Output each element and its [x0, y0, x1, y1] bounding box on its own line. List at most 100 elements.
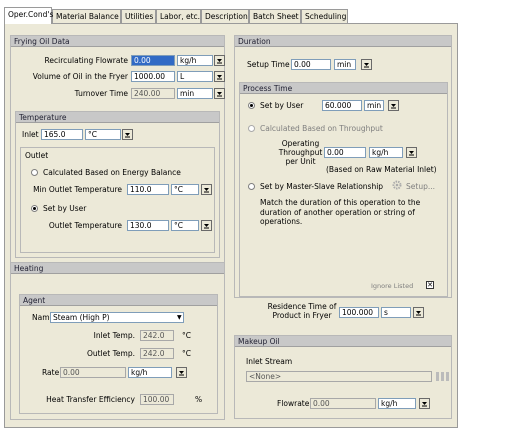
- process-time-group: Process Time Set by User 60.000 min Calc…: [239, 82, 448, 297]
- chevron-down-icon: [391, 104, 396, 109]
- outlet-temp-input[interactable]: 130.0: [127, 220, 169, 231]
- temperature-header: Temperature: [16, 112, 219, 123]
- master-slave-radio[interactable]: [248, 183, 255, 190]
- residence-time-input[interactable]: 100.000: [339, 307, 379, 318]
- turnover-label: Turnover Time: [74, 89, 128, 98]
- process-set-user-label: Set by User: [260, 101, 304, 110]
- agent-dropdown-arrow[interactable]: ▼: [177, 314, 182, 321]
- tab-batch-sheet[interactable]: Batch Sheet: [249, 9, 301, 23]
- residence-time-dropdown[interactable]: [413, 307, 424, 318]
- agent-rate-input: 0.00: [60, 367, 126, 378]
- recirc-unit[interactable]: kg/h: [177, 55, 213, 66]
- makeup-flowrate-dropdown[interactable]: [419, 398, 430, 409]
- makeup-flowrate-input: 0.00: [310, 398, 376, 409]
- outlet-title: Outlet: [25, 151, 49, 160]
- inlet-temp-input[interactable]: 165.0: [41, 129, 83, 140]
- oper-conds-panel: Frying Oil Data Recirculating Flowrate 0…: [4, 23, 458, 428]
- op-throughput-label: Operating Throughput per Unit: [278, 139, 323, 166]
- chevron-down-icon: [217, 92, 222, 97]
- tab-oper-conds[interactable]: Oper.Cond's: [4, 7, 53, 24]
- ignore-listed-label: Ignore Listed: [371, 282, 414, 290]
- agent-header: Agent: [20, 295, 217, 306]
- min-outlet-unit[interactable]: °C: [171, 184, 199, 195]
- calc-throughput-label: Calculated Based on Throughput: [260, 124, 383, 133]
- min-outlet-input[interactable]: 110.0: [127, 184, 169, 195]
- tab-description[interactable]: Description: [201, 9, 249, 23]
- frying-oil-header: Frying Oil Data: [11, 36, 224, 47]
- chevron-down-icon: [217, 59, 222, 64]
- chevron-down-icon: [422, 402, 427, 407]
- op-throughput-input[interactable]: 0.00: [324, 147, 366, 158]
- tab-labor[interactable]: Labor, etc.: [156, 9, 201, 23]
- inlet-stream-label: Inlet Stream: [246, 357, 293, 366]
- makeup-flowrate-label: Flowrate: [277, 399, 310, 408]
- min-outlet-dropdown[interactable]: [201, 184, 212, 195]
- chevron-down-icon: [204, 188, 209, 193]
- agent-outlet-temp-unit: °C: [182, 349, 191, 358]
- agent-rate-label: Rate: [42, 368, 60, 377]
- setup-time-input[interactable]: 0.00: [291, 59, 331, 70]
- outlet-temp-dropdown[interactable]: [201, 220, 212, 231]
- set-by-user-label: Set by User: [43, 204, 87, 213]
- inlet-temp-unit[interactable]: °C: [85, 129, 121, 140]
- op-throughput-unit[interactable]: kg/h: [369, 147, 403, 158]
- turnover-input: 240.00: [131, 88, 175, 99]
- inlet-temp-dropdown[interactable]: [122, 129, 133, 140]
- outlet-temp-label: Outlet Temperature: [48, 221, 122, 230]
- calc-energy-radio[interactable]: [31, 169, 38, 176]
- setup-time-dropdown[interactable]: [361, 59, 372, 70]
- ignore-listed-checkbox[interactable]: ✕: [426, 281, 434, 289]
- duration-group: Duration Setup Time 0.00 min Process Tim…: [234, 35, 452, 298]
- agent-name-select[interactable]: Steam (High P): [50, 312, 184, 323]
- stream-select-icon[interactable]: [435, 371, 451, 382]
- chevron-down-icon: [416, 311, 421, 316]
- heat-eff-label: Heat Transfer Efficiency: [46, 395, 135, 404]
- agent-outlet-temp-label: Outlet Temp.: [87, 349, 135, 358]
- op-throughput-dropdown[interactable]: [406, 147, 417, 158]
- chevron-down-icon: [179, 371, 184, 376]
- chevron-down-icon: [409, 151, 414, 156]
- tab-material-balance[interactable]: Material Balance: [52, 9, 121, 23]
- agent-rate-dropdown[interactable]: [176, 367, 187, 378]
- agent-group: Agent Name Steam (High P) ▼ Inlet Temp. …: [19, 294, 218, 414]
- process-time-header: Process Time: [240, 83, 447, 94]
- heat-eff-unit: %: [195, 395, 203, 404]
- master-slave-setup-button[interactable]: Setup...: [406, 182, 435, 191]
- volume-input[interactable]: 1000.00: [131, 71, 175, 82]
- inlet-stream-field: <None>: [246, 371, 432, 382]
- heat-eff-input: 100.00: [140, 394, 174, 405]
- agent-inlet-temp-unit: °C: [182, 331, 191, 340]
- makeup-flowrate-unit[interactable]: kg/h: [378, 398, 416, 409]
- process-time-input[interactable]: 60.000: [322, 100, 362, 111]
- master-slave-description: Match the duration of this operation to …: [260, 198, 421, 226]
- calc-throughput-radio[interactable]: [248, 125, 255, 132]
- outlet-temp-unit[interactable]: °C: [171, 220, 199, 231]
- agent-inlet-temp-input: 242.0: [140, 330, 174, 341]
- set-by-user-radio[interactable]: [31, 205, 38, 212]
- heating-header: Heating: [11, 263, 224, 274]
- agent-outlet-temp-input: 242.0: [140, 348, 174, 359]
- recirc-input[interactable]: 0.00: [131, 55, 175, 66]
- process-set-user-radio[interactable]: [248, 102, 255, 109]
- process-time-dropdown[interactable]: [388, 100, 399, 111]
- volume-unit[interactable]: L: [177, 71, 213, 82]
- min-outlet-label: Min Outlet Temperature: [33, 185, 122, 194]
- raw-basis-label: (Based on Raw Material Inlet): [326, 165, 437, 174]
- makeup-oil-header: Makeup Oil: [235, 336, 451, 347]
- heating-group: Heating Agent Name Steam (High P) ▼ Inle…: [10, 262, 225, 420]
- process-time-unit[interactable]: min: [364, 100, 384, 111]
- setup-time-unit[interactable]: min: [334, 59, 356, 70]
- tab-utilities[interactable]: Utilities: [121, 9, 156, 23]
- residence-time-unit[interactable]: s: [381, 307, 411, 318]
- chevron-down-icon: [217, 75, 222, 80]
- agent-rate-unit[interactable]: kg/h: [128, 367, 172, 378]
- recirc-unit-dropdown[interactable]: [214, 55, 225, 66]
- turnover-unit[interactable]: min: [177, 88, 213, 99]
- volume-unit-dropdown[interactable]: [214, 71, 225, 82]
- tab-scheduling[interactable]: Scheduling: [301, 9, 348, 23]
- setup-time-label: Setup Time: [247, 60, 290, 69]
- gear-icon: [390, 179, 404, 191]
- duration-header: Duration: [235, 36, 451, 47]
- makeup-oil-group: Makeup Oil Inlet Stream <None> Flowrate …: [234, 335, 452, 419]
- turnover-unit-dropdown[interactable]: [214, 88, 225, 99]
